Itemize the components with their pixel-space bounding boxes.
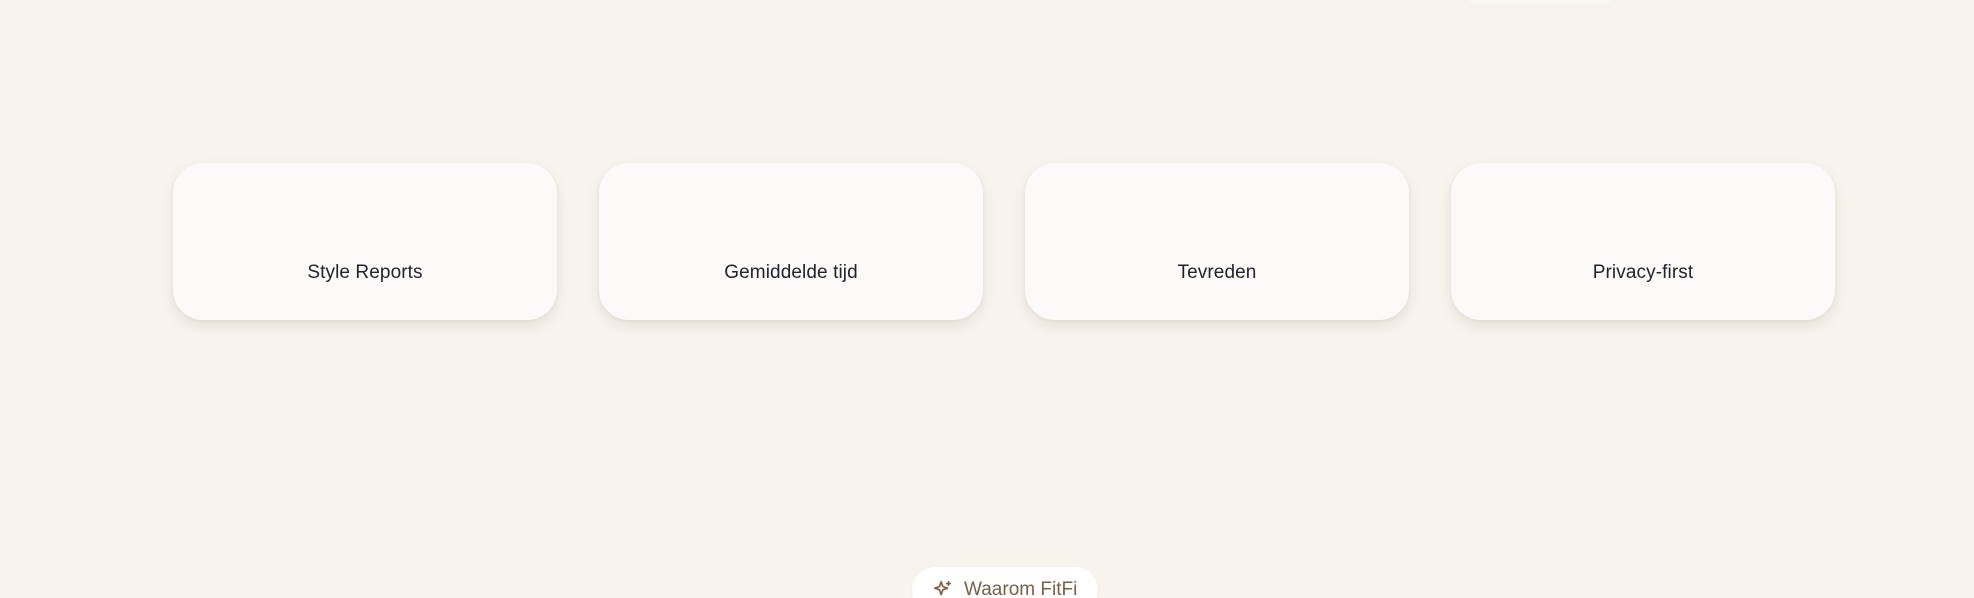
- stat-card-average-time: Gemiddelde tijd: [599, 163, 983, 320]
- stat-label: Gemiddelde tijd: [724, 262, 858, 283]
- why-fitfi-badge: Waarom FitFi: [912, 567, 1098, 598]
- stat-card-satisfied: Tevreden: [1025, 163, 1409, 320]
- why-fitfi-label: Waarom FitFi: [964, 579, 1078, 598]
- stat-label: Privacy-first: [1592, 262, 1694, 283]
- stat-label: Style Reports: [307, 262, 423, 283]
- stat-card-style-reports: Style Reports: [173, 163, 557, 320]
- stat-value: [599, 193, 983, 233]
- stat-value: [1451, 193, 1835, 233]
- page: Style Reports Gemiddelde tijd Tevreden P…: [0, 0, 1974, 598]
- top-decoration: [1470, 0, 1610, 4]
- stats-section: Style Reports Gemiddelde tijd Tevreden P…: [173, 163, 1835, 320]
- stat-label: Tevreden: [1177, 262, 1257, 283]
- stat-value: [173, 193, 557, 233]
- stat-value: [1025, 193, 1409, 233]
- stat-card-privacy-first: Privacy-first: [1451, 163, 1835, 320]
- sparkles-icon: [932, 579, 954, 598]
